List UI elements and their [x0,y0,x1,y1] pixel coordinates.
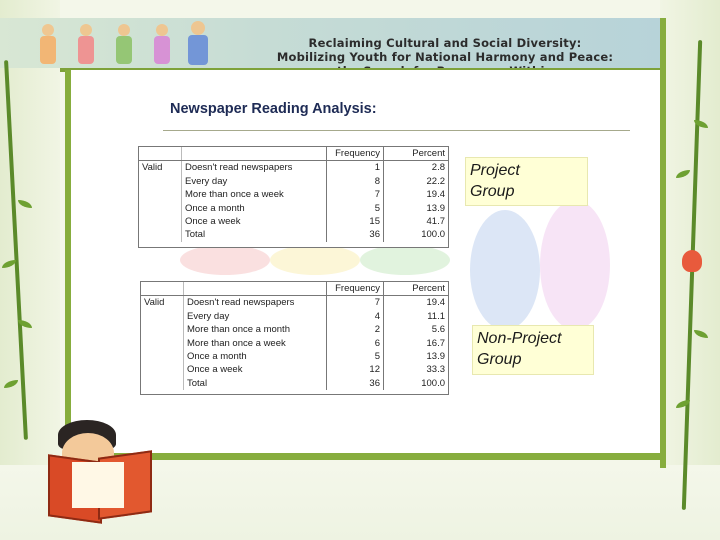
percent-cell: 19.4 [383,295,448,310]
percent-cell: 22.2 [383,174,448,189]
non-project-group-table: Frequency Percent Valid Doesn't read new… [140,281,449,395]
banner-title-line-2: Mobilizing Youth for National Harmony an… [276,50,614,64]
row-label: Doesn't read newspapers [185,162,293,174]
frequency-cell: 8 [326,174,384,189]
frequency-cell: 1 [326,160,384,175]
frequency-cell: 4 [326,309,384,324]
row-label: More than once a week [185,189,284,201]
column-header-frequency: Frequency [326,147,384,162]
row-label: Once a week [187,364,243,376]
percent-cell: 13.9 [383,201,448,216]
frequency-cell: 15 [326,215,384,229]
row-label: Doesn't read newspapers [187,297,295,309]
flower-icon [682,250,702,272]
row-label: Total [187,377,208,389]
percent-cell: 11.1 [383,309,448,324]
non-project-label-line-1: Non-Project [477,330,562,347]
watermark-figure-icon [180,245,270,275]
row-header-valid: Valid [139,160,182,175]
frequency-cell: 6 [326,336,384,351]
table-row: Valid Doesn't read newspapers 1 2.8 [139,160,448,175]
table-header-row: Frequency Percent [139,147,448,162]
frequency-cell: 7 [326,188,384,202]
percent-cell: 41.7 [383,215,448,229]
table-row: More than once a week 6 16.7 [141,336,448,351]
table-row-total: Total 36 100.0 [139,228,448,242]
percent-cell: 100.0 [383,376,448,391]
non-project-group-label: Non-Project Group [472,325,594,375]
percent-cell: 13.9 [383,350,448,364]
project-group-table: Frequency Percent Valid Doesn't read new… [138,146,449,248]
frequency-cell: 7 [326,295,384,310]
percent-cell: 100.0 [383,228,448,242]
table-row: More than once a week 7 19.4 [139,188,448,202]
row-label: Total [185,229,206,241]
project-label-line-2: Group [470,183,515,200]
percent-cell: 2.8 [383,160,448,175]
percent-cell: 16.7 [383,336,448,351]
people-logo-icon [40,21,208,65]
table-row: Once a month 5 13.9 [139,201,448,216]
frequency-cell: 2 [326,323,384,337]
table-row: Every day 8 22.2 [139,174,448,189]
column-header-frequency: Frequency [326,282,384,297]
percent-cell: 19.4 [383,188,448,202]
table-header-row: Frequency Percent [141,282,448,297]
watermark-figure-icon [360,245,450,275]
page-title: Newspaper Reading Analysis: [170,101,377,117]
watermark-figure-icon [540,200,610,330]
watermark-figure-icon [470,210,540,330]
table-row: Once a month 5 13.9 [141,350,448,364]
row-label: Every day [185,175,228,187]
frequency-cell: 12 [326,363,384,377]
row-label: Once a month [185,202,245,214]
banner-title-line-1: Reclaiming Cultural and Social Diversity… [308,36,582,50]
row-header-valid: Valid [141,295,184,310]
header-banner: Reclaiming Cultural and Social Diversity… [0,18,660,78]
table-row: Valid Doesn't read newspapers 7 19.4 [141,295,448,310]
row-label: More than once a week [187,337,286,349]
frequency-cell: 36 [326,228,384,242]
table-row: More than once a month 2 5.6 [141,323,448,337]
row-label: Once a week [185,216,241,228]
frequency-cell: 5 [326,350,384,364]
book-page-icon [72,462,124,508]
column-header-percent: Percent [383,147,448,162]
row-label: More than once a month [187,324,290,336]
row-label: Every day [187,310,230,322]
table-row: Once a week 15 41.7 [139,215,448,229]
project-group-label: Project Group [465,157,588,206]
frequency-cell: 36 [326,376,384,391]
table-row-total: Total 36 100.0 [141,376,448,391]
table-row: Once a week 12 33.3 [141,363,448,377]
percent-cell: 5.6 [383,323,448,337]
project-label-line-1: Project [470,162,520,179]
column-header-percent: Percent [383,282,448,297]
card-right-border [660,18,666,468]
table-row: Every day 4 11.1 [141,309,448,324]
percent-cell: 33.3 [383,363,448,377]
frequency-cell: 5 [326,201,384,216]
row-label: Once a month [187,351,247,363]
non-project-label-line-2: Group [477,351,522,368]
watermark-figure-icon [270,245,360,275]
title-divider [163,130,630,131]
